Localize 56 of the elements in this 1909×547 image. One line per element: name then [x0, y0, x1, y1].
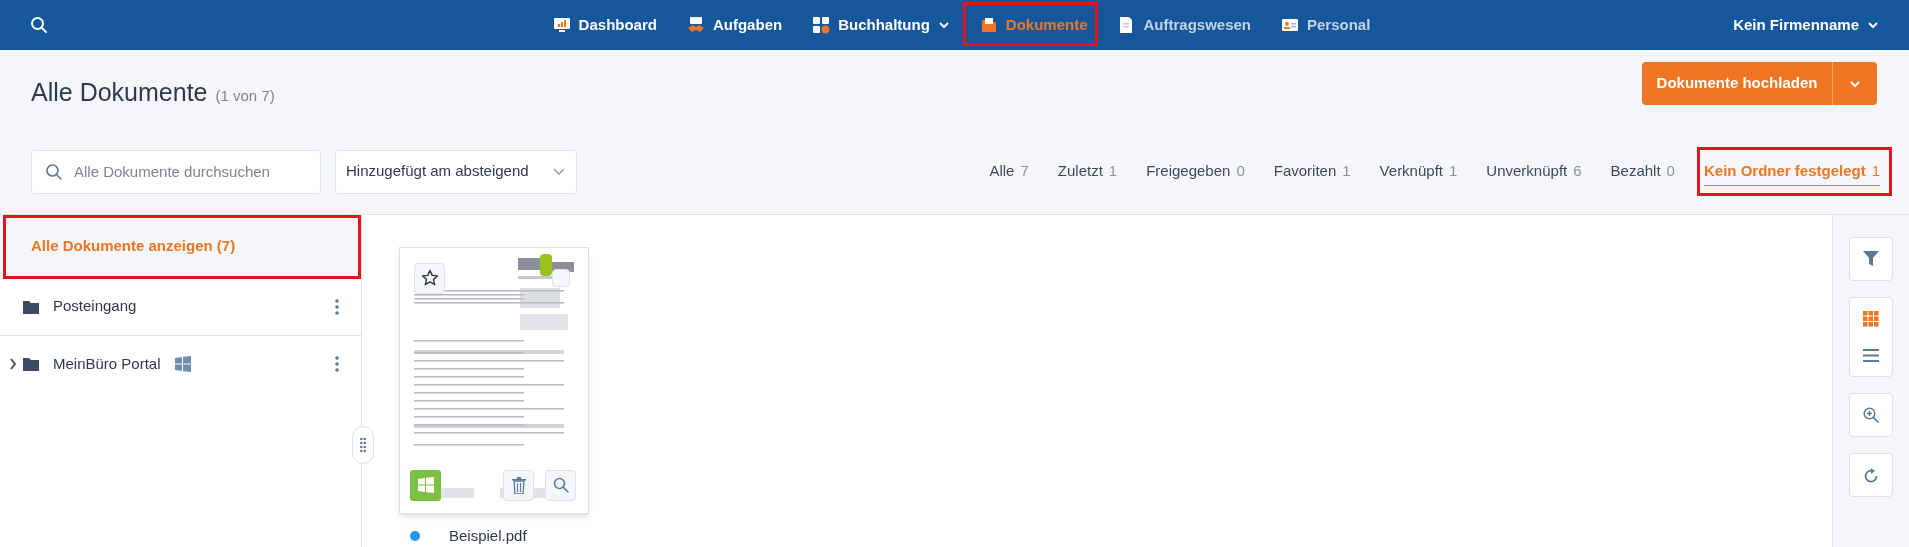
- document-count: (1 von 7): [215, 86, 275, 106]
- sort-dropdown[interactable]: Hinzugefügt am absteigend: [335, 149, 577, 194]
- grip-icon: [360, 436, 366, 453]
- folder-item[interactable]: MeinBüro Portal: [9, 352, 191, 376]
- filter-tab[interactable]: Unverknüpft 6: [1486, 156, 1582, 187]
- more-icon: [335, 356, 339, 372]
- windows-icon: [417, 477, 434, 493]
- caret-icon: [552, 167, 566, 176]
- calculator-icon: [812, 16, 831, 34]
- search-field[interactable]: Alle Dokumente durchsuchen: [31, 149, 321, 194]
- refresh-icon: [1863, 466, 1878, 483]
- delete-button[interactable]: [503, 469, 534, 501]
- resize-handle[interactable]: [352, 425, 374, 464]
- chart-icon: [552, 16, 571, 34]
- zoom-in-icon: [1862, 406, 1879, 423]
- nav-tab[interactable]: Buchhaltung: [812, 5, 950, 45]
- filter-tab[interactable]: Zuletzt 1: [1057, 156, 1118, 187]
- list-view-button[interactable]: [1862, 349, 1879, 362]
- more-icon: [335, 298, 339, 315]
- filter-tab[interactable]: Freigegeben 0: [1146, 156, 1245, 187]
- folder-icon: [979, 16, 998, 34]
- more-button[interactable]: [334, 298, 340, 315]
- grid-icon: [1862, 311, 1879, 327]
- windows-icon: [174, 356, 191, 372]
- filter-button[interactable]: [1848, 236, 1893, 281]
- more-button[interactable]: [334, 356, 340, 372]
- handshake-icon: [686, 16, 705, 34]
- caret-icon: [1849, 79, 1861, 88]
- favorite-button[interactable]: [414, 262, 445, 294]
- filter-tab[interactable]: Alle 7: [989, 156, 1029, 187]
- preview-button[interactable]: [545, 469, 576, 501]
- trash-icon: [511, 476, 526, 494]
- grid-view-button[interactable]: [1862, 311, 1879, 327]
- search-icon: [552, 477, 569, 493]
- caret-icon: [1867, 21, 1879, 29]
- list-icon: [1862, 349, 1879, 362]
- star-icon: [420, 269, 439, 287]
- search-icon: [45, 162, 63, 181]
- zoom-in-button[interactable]: [1848, 392, 1893, 437]
- folder-icon: [23, 299, 39, 314]
- id-card-icon: [1281, 16, 1299, 34]
- filter-tab[interactable]: Bezahlt 0: [1610, 156, 1675, 187]
- chevron-right-icon: [9, 358, 17, 370]
- nav-tab[interactable]: Aufgaben: [686, 5, 783, 45]
- caret-icon: [937, 21, 950, 29]
- folder-icon: [23, 357, 39, 371]
- account-menu[interactable]: Kein Firmenname: [1733, 13, 1879, 37]
- refresh-button[interactable]: [1848, 452, 1893, 497]
- page-title: Alle Dokumente: [31, 77, 208, 108]
- filter-icon: [1862, 251, 1879, 266]
- nav-tab[interactable]: Dashboard: [552, 5, 657, 45]
- filter-tab[interactable]: Favoriten 1: [1273, 156, 1351, 187]
- folder-item[interactable]: Posteingang: [9, 295, 137, 318]
- file-name: Beispiel.pdf: [449, 525, 527, 546]
- search-icon: [30, 16, 48, 34]
- filter-tab[interactable]: Verknüpft 1: [1379, 156, 1458, 187]
